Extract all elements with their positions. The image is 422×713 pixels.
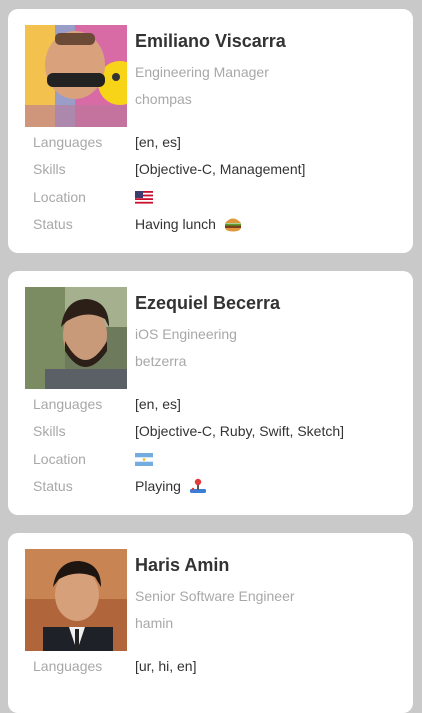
skills-label: Skills [33,423,66,439]
profile-handle: hamin [135,615,174,631]
argentina-flag-icon [135,453,153,469]
profile-role: Engineering Manager [135,64,269,80]
joystick-icon [189,478,207,497]
profile-name: Emiliano Viscarra [135,31,286,51]
location-row: Location [33,449,403,471]
status-row: Status Having lunch [33,214,403,236]
location-label: Location [33,451,86,467]
languages-label: Languages [33,658,103,674]
location-row: Location [33,187,403,209]
status-row: Status Playing [33,476,403,498]
languages-row: Languages [ur, hi, en] [33,656,403,678]
status-value: Playing [135,478,207,497]
avatar [25,549,127,651]
profile-card[interactable]: Haris Amin Senior Software Engineer hami… [8,533,413,713]
status-label: Status [33,216,73,232]
languages-value: [en, es] [135,134,181,150]
status-text: Having lunch [135,216,216,232]
profile-role: Senior Software Engineer [135,588,295,604]
languages-value: [ur, hi, en] [135,658,197,674]
status-text: Playing [135,478,181,494]
location-label: Location [33,189,86,205]
languages-label: Languages [33,134,103,150]
profile-role: iOS Engineering [135,326,237,342]
avatar [25,287,127,389]
skills-row: Skills [Objective-C, Management] [33,159,403,181]
profile-handle: betzerra [135,353,187,369]
status-label: Status [33,478,73,494]
skills-label: Skills [33,161,66,177]
us-flag-icon [135,191,153,207]
skills-value: [Objective-C, Ruby, Swift, Sketch] [135,423,345,439]
status-value: Having lunch [135,216,242,235]
languages-value: [en, es] [135,396,181,412]
languages-label: Languages [33,396,103,412]
avatar [25,25,127,127]
languages-row: Languages [en, es] [33,132,403,154]
profile-name: Haris Amin [135,555,230,575]
profile-card[interactable]: Emiliano Viscarra Engineering Manager ch… [8,9,413,253]
skills-row: Skills [Objective-C, Ruby, Swift, Sketch… [33,421,403,443]
skills-value: [Objective-C, Management] [135,161,306,177]
profile-card[interactable]: Ezequiel Becerra iOS Engineering betzerr… [8,271,413,515]
profile-name: Ezequiel Becerra [135,293,281,313]
languages-row: Languages [en, es] [33,394,403,416]
profile-handle: chompas [135,91,192,107]
burger-icon [224,216,242,235]
